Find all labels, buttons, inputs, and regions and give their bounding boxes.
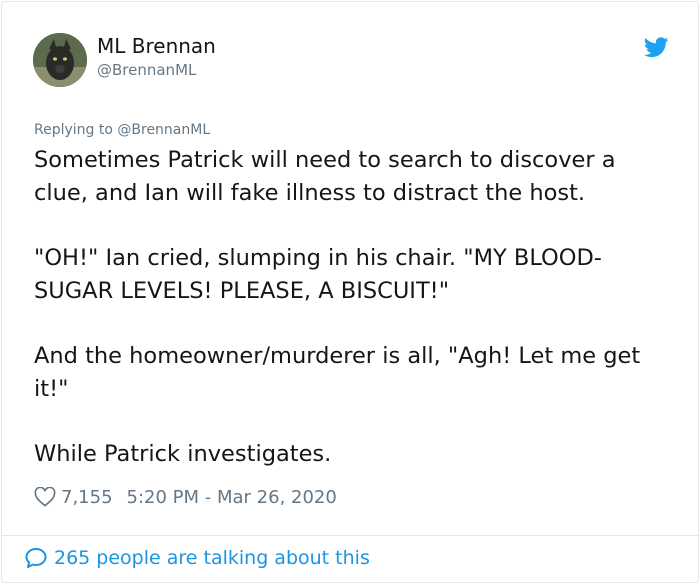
tweet-card: ML Brennan @BrennanML Replying to @Brenn… xyxy=(1,1,699,583)
heart-icon[interactable] xyxy=(34,487,56,507)
divider xyxy=(1,535,698,536)
reply-context: Replying to @BrennanML xyxy=(34,122,210,138)
tweet-paragraph: "OH!" Ian cried, slumping in his chair. … xyxy=(34,245,602,304)
twitter-bird-icon[interactable] xyxy=(644,37,669,58)
author-handle[interactable]: @BrennanML xyxy=(97,61,196,79)
avatar-image xyxy=(33,33,87,87)
talking-label: 265 people are talking about this xyxy=(54,547,370,569)
tweet-paragraph: Sometimes Patrick will need to search to… xyxy=(34,147,616,206)
reply-mention[interactable]: @BrennanML xyxy=(117,122,210,138)
tweet-paragraph: And the homeowner/murderer is all, "Agh!… xyxy=(34,343,641,402)
tweet-text: Sometimes Patrick will need to search to… xyxy=(34,144,674,503)
conversation-link[interactable]: 265 people are talking about this xyxy=(24,546,370,570)
speech-bubble-icon xyxy=(25,548,47,568)
tweet-paragraph: While Patrick investigates. xyxy=(34,441,332,467)
tweet-timestamp[interactable]: 5:20 PM - Mar 26, 2020 xyxy=(127,487,337,508)
reply-prefix: Replying to xyxy=(34,122,113,138)
like-count[interactable]: 7,155 xyxy=(61,487,113,508)
tweet-meta: 7,155 5:20 PM - Mar 26, 2020 xyxy=(34,484,337,510)
avatar[interactable] xyxy=(33,33,87,87)
author-name[interactable]: ML Brennan xyxy=(97,34,216,58)
